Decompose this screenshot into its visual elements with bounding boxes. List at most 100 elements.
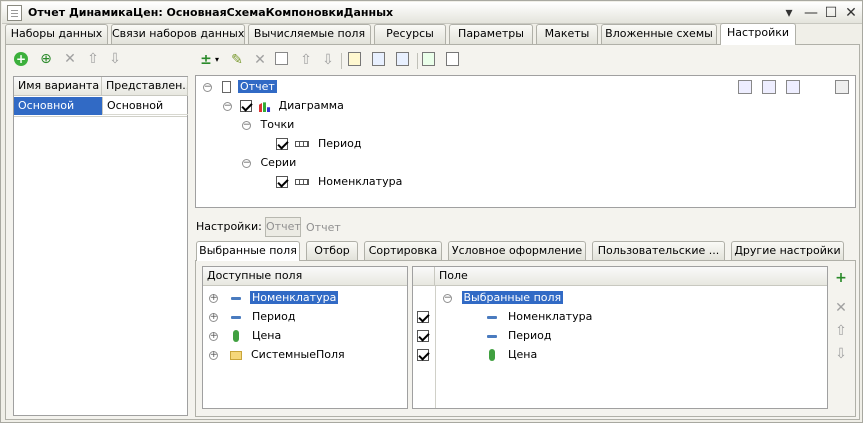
subtab-sort[interactable]: Сортировка [364, 241, 442, 260]
tree-row-series[interactable]: − Серии [242, 154, 296, 172]
selected-field-checkbox[interactable] [417, 311, 429, 323]
subtab-conditional-format[interactable]: Условное оформление [448, 241, 586, 260]
maximize-icon[interactable]: ☐ [822, 5, 840, 21]
selected-field-row[interactable]: Период [417, 327, 552, 345]
filter-mode-icon[interactable] [762, 80, 776, 94]
delete-variant-icon[interactable]: ✕ [62, 51, 78, 67]
tab-parameters[interactable]: Параметры [449, 24, 533, 44]
collapse-icon[interactable]: − [242, 120, 251, 130]
remove-field-icon[interactable] [446, 52, 459, 66]
available-field-row[interactable]: + Период [209, 308, 296, 326]
tab-templates[interactable]: Макеты [536, 24, 598, 44]
selected-group-row[interactable]: − Выбранные поля [443, 289, 564, 307]
edit-icon[interactable]: ✎ [229, 52, 245, 68]
chevron-down-icon[interactable]: ▾ [209, 52, 225, 68]
field-icon [230, 296, 241, 300]
expand-icon[interactable]: + [209, 312, 218, 322]
selected-field-row[interactable]: Номенклатура [417, 308, 592, 326]
collapse-icon[interactable]: − [223, 101, 232, 111]
copy-variant-icon[interactable]: ⊕ [38, 51, 54, 67]
move-down-structure-icon[interactable]: ⇩ [320, 52, 336, 68]
collapse-icon[interactable]: − [203, 82, 212, 92]
numeric-field-icon [232, 330, 239, 342]
available-field-row[interactable]: + Номенклатура [209, 289, 339, 307]
subtab-selected-fields[interactable]: Выбранные поля [196, 241, 300, 261]
numeric-field-icon [488, 349, 495, 361]
move-up-structure-icon[interactable]: ⇧ [298, 52, 314, 68]
subtab-user-fields[interactable]: Пользовательские ... [592, 241, 725, 260]
checkbox-column-header [413, 267, 435, 286]
selected-field-checkbox[interactable] [417, 330, 429, 342]
toolbar-separator [417, 53, 418, 69]
move-up-field-icon[interactable]: ⇧ [833, 323, 849, 339]
selected-group-label: Выбранные поля [461, 291, 564, 304]
minimize-icon[interactable]: — [802, 5, 820, 21]
expand-icon[interactable]: + [209, 293, 218, 303]
tree-period-label: Период [318, 137, 362, 150]
report-doc-icon [221, 81, 231, 93]
structure-tree: − Отчет − Диаграмма − Точки Период − Сер… [195, 75, 856, 208]
tab-resources[interactable]: Ресурсы [374, 24, 446, 44]
expand-icon[interactable]: + [209, 350, 218, 360]
subtab-filter[interactable]: Отбор [306, 241, 358, 260]
collapse-icon[interactable]: − [242, 158, 251, 168]
available-field-label: Цена [252, 329, 282, 342]
tab-calculated-fields[interactable]: Вычисляемые поля [248, 24, 371, 44]
row-divider [14, 116, 187, 117]
grouping-icon [294, 179, 309, 185]
grouping-icon [294, 141, 309, 147]
move-down-field-icon[interactable]: ⇩ [833, 346, 849, 362]
selected-field-row[interactable]: Цена [417, 346, 537, 364]
add-field-icon[interactable] [422, 52, 435, 66]
expand-icon[interactable]: + [209, 331, 218, 341]
variant-name-cell[interactable]: Основной [14, 97, 102, 115]
grouping-up-icon[interactable] [372, 52, 385, 66]
column-variant-name[interactable]: Имя варианта [14, 77, 102, 96]
collapse-icon[interactable]: − [443, 293, 452, 303]
window-menu-icon[interactable]: ▾ [780, 5, 798, 21]
chart-checkbox[interactable] [239, 100, 252, 112]
close-icon[interactable]: ✕ [842, 5, 860, 21]
tree-row-nomenclature[interactable]: Номенклатура [276, 173, 402, 191]
add-selected-field-icon[interactable]: + [833, 270, 849, 286]
selected-field-label: Цена [508, 348, 538, 361]
sort-icon[interactable] [348, 52, 361, 66]
variant-presentation-cell[interactable]: Основной [102, 97, 188, 115]
title-bar: Отчет ДинамикаЦен: ОсновнаяСхемаКомпонов… [2, 2, 862, 24]
report-icon [7, 5, 22, 21]
order-mode-icon[interactable] [786, 80, 800, 94]
move-up-variant-icon[interactable]: ⇧ [85, 51, 101, 67]
column-presentation[interactable]: Представлен... [102, 77, 188, 96]
selected-field-checkbox[interactable] [417, 349, 429, 361]
tab-datasets[interactable]: Наборы данных [5, 24, 108, 44]
properties-icon[interactable] [835, 80, 849, 94]
settings-label: Настройки: [196, 220, 262, 233]
grouping-down-icon[interactable] [396, 52, 409, 66]
delete-selected-field-icon[interactable]: ✕ [833, 300, 849, 316]
group-icon[interactable] [275, 52, 288, 65]
tree-series-label: Серии [260, 156, 297, 169]
tree-row-points[interactable]: − Точки [242, 116, 294, 134]
field-icon [486, 334, 497, 338]
add-variant-icon[interactable]: + [14, 52, 28, 66]
settings-report-button[interactable]: Отчет [265, 217, 301, 237]
selected-fields-table: Поле − Выбранные поля Номенклатура Перио… [412, 266, 828, 409]
tree-row-report[interactable]: − Отчет [203, 78, 277, 96]
available-field-row[interactable]: + СистемныеПоля [209, 346, 345, 364]
selected-fields-mode-icon[interactable] [738, 80, 752, 94]
tree-row-period[interactable]: Период [276, 135, 362, 153]
tree-row-chart[interactable]: − Диаграмма [223, 97, 344, 115]
folder-icon [229, 350, 242, 360]
move-down-variant-icon[interactable]: ⇩ [107, 51, 123, 67]
tab-nested-schemas[interactable]: Вложенные схемы [601, 24, 717, 44]
subtab-other-settings[interactable]: Другие настройки [731, 241, 844, 260]
tree-chart-label: Диаграмма [278, 99, 344, 112]
nomenclature-checkbox[interactable] [276, 176, 288, 188]
available-field-row[interactable]: + Цена [209, 327, 281, 345]
available-field-label: Период [252, 310, 296, 323]
period-checkbox[interactable] [276, 138, 288, 150]
tab-settings[interactable]: Настройки [720, 23, 796, 45]
delete-structure-icon[interactable]: ✕ [252, 52, 268, 68]
selected-field-label: Период [508, 329, 552, 342]
tab-dataset-links[interactable]: Связи наборов данных [111, 24, 245, 44]
